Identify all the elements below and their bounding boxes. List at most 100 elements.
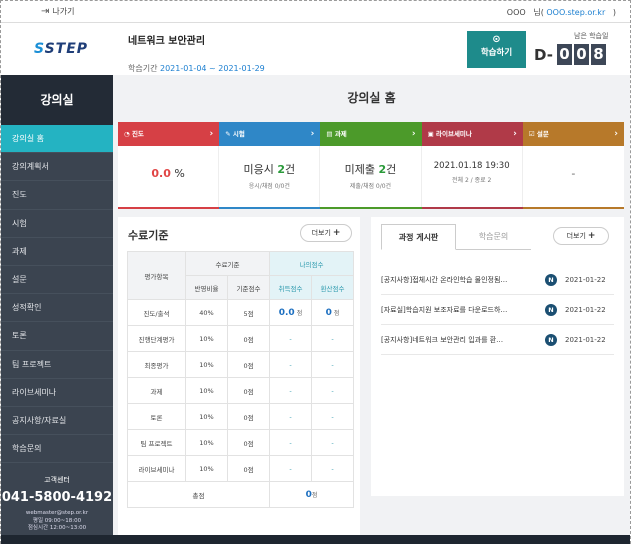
post-title[interactable]: [자료실]학습지원 보조자료를 다운로드하… bbox=[381, 305, 539, 315]
cell-converted: - bbox=[311, 403, 355, 430]
post-date: 2021-01-22 bbox=[565, 335, 606, 344]
start-study-button[interactable]: ⊙ 학습하기 bbox=[467, 31, 526, 68]
step-logo[interactable]: SSTEP bbox=[34, 41, 88, 57]
card-exam[interactable]: ✎ 시험 › 미응시 2건 응시/채점 0/0건 bbox=[219, 122, 321, 209]
earned-value: 0.0 bbox=[278, 307, 295, 318]
user-name: OOO bbox=[506, 8, 526, 17]
top-bar: ⇥ 나가기 OOO 님( OOO.step.or.kr ) bbox=[1, 1, 630, 23]
board-more-button[interactable]: 더보기 + bbox=[553, 227, 609, 245]
cell-ratio: 40% bbox=[185, 299, 228, 326]
tab-course-board[interactable]: 과정 게시판 bbox=[381, 224, 456, 250]
sidebar-item-progress[interactable]: 진도 bbox=[1, 181, 113, 210]
cell-item: 토론 bbox=[127, 403, 186, 430]
th-earned: 취득점수 bbox=[269, 275, 313, 300]
card-accent bbox=[118, 207, 220, 209]
dday-counter: D- 0 0 8 bbox=[534, 44, 606, 65]
sidebar-item-survey[interactable]: 설문 bbox=[1, 266, 113, 295]
total-label: 총점 bbox=[126, 481, 271, 508]
card-live-seminar[interactable]: ▣ 라이브세미나 › 2021.01.18 19:30 전체 2 / 종료 2 bbox=[421, 122, 523, 209]
exam-sub: 응시/채점 0/0건 bbox=[248, 183, 290, 190]
cell-ratio: 10% bbox=[185, 429, 228, 456]
th-my-score: 나의점수 bbox=[269, 251, 355, 276]
sidebar-item-syllabus[interactable]: 강의계획서 bbox=[1, 153, 113, 182]
sidebar-item-home[interactable]: 강의실 홈 bbox=[1, 125, 113, 154]
card-label: 시험 bbox=[232, 130, 245, 138]
dday-digit: 8 bbox=[590, 44, 606, 65]
exam-unit: 건 bbox=[284, 163, 296, 176]
post-date: 2021-01-22 bbox=[565, 275, 606, 284]
card-progress[interactable]: ◔ 진도 › 0.0 % bbox=[118, 122, 220, 209]
post-title[interactable]: [공지사항]접체시간 온라인학습 물인정됨… bbox=[381, 275, 539, 285]
cell-item: 진행단계평가 bbox=[127, 325, 186, 352]
cell-item: 과제 bbox=[127, 377, 186, 404]
contact-email: webmaster@step.or.kr bbox=[25, 510, 89, 516]
dday-prefix: D- bbox=[534, 45, 553, 64]
table-row: 최종평가 10% 0점 - - bbox=[127, 351, 355, 378]
sidebar-item-live-seminar[interactable]: 라이브세미나 bbox=[1, 379, 113, 407]
more-label: 더보기 bbox=[311, 229, 331, 237]
table-row: 진도/출석 40% 5점 0.0 점 0 점 bbox=[127, 299, 355, 326]
sidebar-item-grades[interactable]: 성적확인 bbox=[1, 294, 113, 323]
card-assignment[interactable]: ▤ 과제 › 미제출 2건 제출/채점 0/0건 bbox=[320, 122, 422, 209]
chevron-right-icon: › bbox=[513, 129, 517, 139]
sidebar-item-notice[interactable]: 공지사항/자료실 bbox=[1, 407, 113, 436]
tab-inquiry[interactable]: 학습문의 bbox=[456, 224, 531, 250]
study-period: 학습기간 2021-01-04 ~ 2021-01-29 bbox=[128, 63, 265, 74]
cell-ratio: 10% bbox=[185, 403, 228, 430]
study-button-label: 학습하기 bbox=[480, 48, 513, 58]
criteria-more-button[interactable]: 더보기 + bbox=[300, 224, 352, 242]
user-close: ) bbox=[612, 8, 616, 17]
cell-ratio: 10% bbox=[185, 377, 228, 404]
cell-converted: - bbox=[311, 351, 355, 378]
card-accent bbox=[522, 207, 624, 209]
th-criteria: 수료기준 bbox=[184, 251, 271, 276]
th-base: 기준점수 bbox=[226, 275, 271, 300]
page-title: 강의실 홈 bbox=[347, 91, 396, 105]
remaining-days-label: 남은 학습일 bbox=[574, 32, 609, 40]
total-unit: 점 bbox=[311, 491, 318, 499]
sidebar-item-inquiry[interactable]: 학습문의 bbox=[1, 435, 113, 464]
card-body: 미응시 2건 응시/채점 0/0건 bbox=[219, 146, 321, 209]
exit-link[interactable]: ⇥ 나가기 bbox=[41, 6, 74, 17]
assignment-status: 미제출 bbox=[344, 163, 379, 176]
card-header: ▤ 과제 › bbox=[320, 122, 422, 146]
cell-base: 0점 bbox=[226, 455, 271, 482]
user-info: OOO 님( OOO.step.or.kr ) bbox=[507, 7, 616, 18]
list-item[interactable]: [자료실]학습지원 보조자료를 다운로드하… N 2021-01-22 bbox=[381, 295, 614, 325]
chevron-right-icon: › bbox=[411, 129, 416, 139]
list-item[interactable]: [공지사항]접체시간 온라인학습 물인정됨… N 2021-01-22 bbox=[381, 265, 614, 295]
cell-earned: - bbox=[269, 377, 313, 404]
assignment-sub: 제출/채점 0/0건 bbox=[349, 183, 392, 190]
table-row: 팀 프로젝트 10% 0점 - - bbox=[127, 429, 355, 456]
dday-digit: 0 bbox=[573, 44, 589, 65]
th-ratio: 반영비율 bbox=[185, 275, 228, 300]
card-body: 미제출 2건 제출/채점 0/0건 bbox=[320, 146, 422, 209]
cell-base: 0점 bbox=[226, 429, 271, 456]
more-label: 더보기 bbox=[566, 232, 586, 240]
cell-earned: - bbox=[269, 351, 313, 378]
post-title[interactable]: [공지사항]네트워크 보안관리 입과를 환… bbox=[381, 335, 539, 345]
list-item[interactable]: [공지사항]네트워크 보안관리 입과를 환… N 2021-01-22 bbox=[381, 325, 614, 355]
card-header: ▣ 라이브세미나 › bbox=[421, 122, 523, 146]
sidebar-item-assignment[interactable]: 과제 bbox=[1, 238, 113, 266]
completion-criteria-panel: 수료기준 더보기 + 평가항목 수료기준 나의점수 반영비율 기준점수 취득점수 … bbox=[118, 217, 360, 537]
seminar-datetime: 2021.01.18 19:30 bbox=[433, 161, 510, 171]
main-content: 강의실 홈 ◔ 진도 › 0.0 % ✎ 시험 › 미응시 2건 응시/채점 0… bbox=[113, 75, 630, 544]
user-email: OOO.step.or.kr bbox=[546, 8, 606, 17]
card-header: ◔ 진도 › bbox=[118, 122, 220, 146]
card-survey[interactable]: ☑ 설문 › - bbox=[522, 122, 624, 209]
contact-label: 고객센터 bbox=[44, 476, 70, 484]
sidebar-item-team-project[interactable]: 팀 프로젝트 bbox=[1, 351, 113, 379]
exam-status: 미응시 bbox=[243, 163, 278, 176]
summary-cards: ◔ 진도 › 0.0 % ✎ 시험 › 미응시 2건 응시/채점 0/0건 ▤ … bbox=[118, 122, 624, 209]
sidebar-item-discussion[interactable]: 토론 bbox=[1, 322, 113, 351]
converted-value: 0 bbox=[325, 307, 332, 318]
period-value: 2021-01-04 ~ 2021-01-29 bbox=[160, 64, 265, 73]
progress-unit: % bbox=[170, 167, 185, 180]
table-row: 진행단계평가 10% 0점 - - bbox=[127, 325, 355, 352]
sidebar-item-exam[interactable]: 시험 bbox=[1, 210, 113, 238]
new-badge: N bbox=[545, 333, 557, 346]
new-badge: N bbox=[545, 273, 557, 286]
cell-converted: - bbox=[311, 455, 355, 482]
cell-converted: 0 점 bbox=[311, 299, 355, 326]
